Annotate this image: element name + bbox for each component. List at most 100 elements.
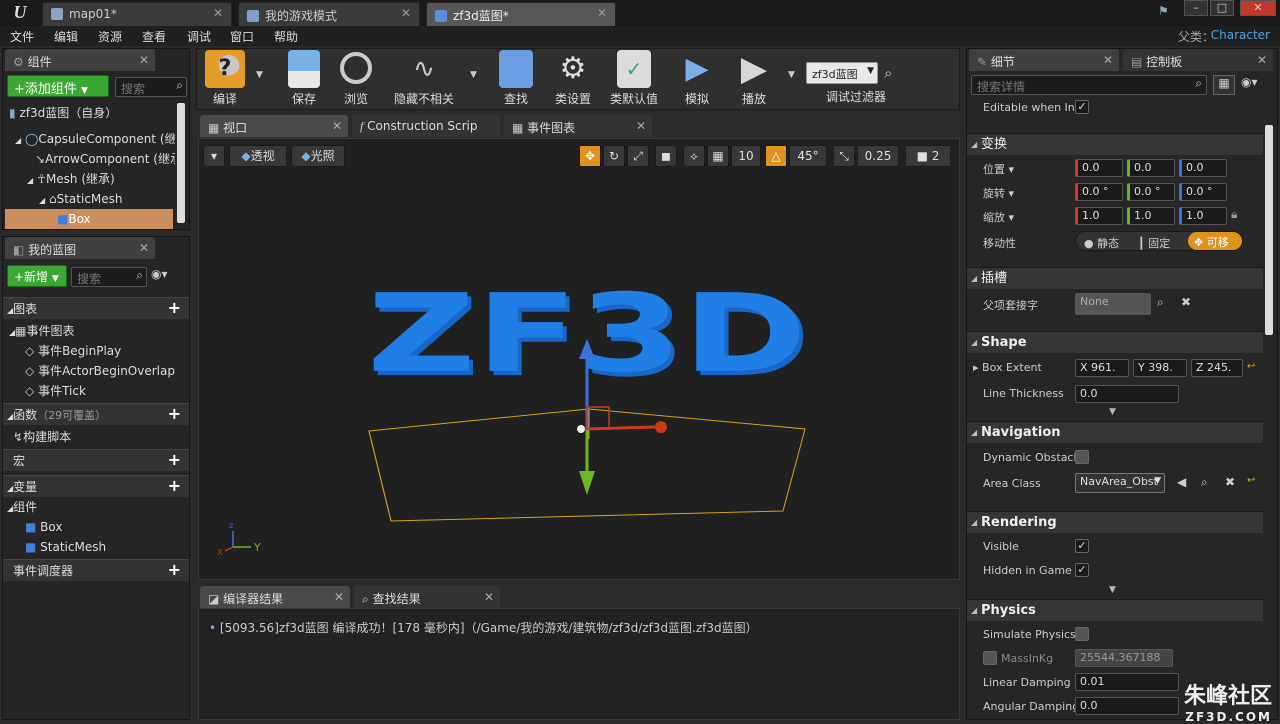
scale-z-input[interactable]: 1.0 xyxy=(1179,207,1227,225)
add-macro-icon[interactable]: + xyxy=(168,452,181,468)
mobility-stationary[interactable]: ┃ 固定 xyxy=(1138,235,1170,251)
my-blueprint-tab[interactable]: ◧ 我的蓝图 ✕ xyxy=(5,237,155,259)
components-tab[interactable]: ⚙ 组件 ✕ xyxy=(5,49,155,71)
macros-section[interactable]: 宏 + xyxy=(3,449,189,471)
expand-advanced-arrow-icon[interactable]: ▼ xyxy=(1109,585,1116,595)
doc-tab-gamemode[interactable]: 我的游戏模式 ✕ xyxy=(238,2,420,26)
linear-damping-input[interactable]: 0.01 xyxy=(1075,673,1179,691)
functions-section[interactable]: ◢函数（29可覆盖） + xyxy=(3,403,189,425)
tree-item-arrow[interactable]: ↘ArrowComponent (继承) xyxy=(35,149,175,169)
compile-options-arrow-icon[interactable]: ▼ xyxy=(256,70,263,80)
dynamic-obstacle-checkbox[interactable] xyxy=(1075,450,1089,464)
menu-file[interactable]: 文件 xyxy=(10,28,34,45)
box-extent-label[interactable]: ▸ Box Extent xyxy=(973,361,1042,374)
menu-window[interactable]: 窗口 xyxy=(230,28,254,45)
mobility-movable[interactable]: ✥ 可移 xyxy=(1188,232,1242,250)
clear-icon[interactable]: ✖ xyxy=(1181,295,1191,309)
parent-socket-field[interactable]: None xyxy=(1075,293,1151,315)
construction-script-item[interactable]: ↯构建脚本 xyxy=(13,427,183,447)
details-search-input[interactable]: 搜索详情 ⌕ xyxy=(971,75,1207,95)
new-button[interactable]: +新增 ▼ xyxy=(7,265,67,287)
close-icon[interactable]: ✕ xyxy=(484,590,494,604)
close-icon[interactable]: ✕ xyxy=(401,6,411,20)
find-button[interactable]: 查找 xyxy=(494,50,538,108)
simulate-button[interactable]: ▶ 模拟 xyxy=(674,50,720,108)
location-z-input[interactable]: 0.0 xyxy=(1179,159,1227,177)
tree-item-capsule[interactable]: ◢ ◯CapsuleComponent (继承) xyxy=(15,129,175,149)
components-variables-group[interactable]: ◢组件 xyxy=(7,497,177,517)
close-icon[interactable]: ✕ xyxy=(139,53,149,67)
viewport-scene[interactable]: ZF3D ZF3D Y z X xyxy=(199,139,959,579)
close-icon[interactable]: ✕ xyxy=(139,241,149,255)
close-icon[interactable]: ✕ xyxy=(332,119,342,133)
save-button[interactable]: 保存 xyxy=(282,50,326,108)
tab-details[interactable]: ✎ 细节 ✕ xyxy=(969,49,1119,71)
box-extent-y-input[interactable]: Y 398. xyxy=(1133,359,1187,377)
details-scrollbar[interactable] xyxy=(1265,125,1273,335)
tab-find-results[interactable]: ⌕ 查找结果 ✕ xyxy=(354,586,500,608)
debug-object-select[interactable]: zf3d蓝图 ▼ xyxy=(806,62,878,84)
add-dispatcher-icon[interactable]: + xyxy=(168,562,181,578)
shape-section[interactable]: Shape xyxy=(967,331,1263,354)
tree-item-staticmesh[interactable]: ◢ ⌂StaticMesh xyxy=(39,189,175,209)
mobility-static[interactable]: ● 静态 xyxy=(1084,235,1119,251)
minimize-button[interactable]: – xyxy=(1184,0,1208,16)
rendering-section[interactable]: Rendering xyxy=(967,511,1263,534)
navigation-section[interactable]: Navigation xyxy=(967,421,1263,444)
browse-arrow-icon[interactable]: ◀ xyxy=(1177,475,1186,489)
doc-tab-zf3d-blueprint[interactable]: zf3d蓝图* ✕ xyxy=(426,2,616,26)
event-graph-item[interactable]: ◢▦事件图表 xyxy=(9,321,179,341)
search-icon[interactable]: ⌕ xyxy=(1201,475,1208,490)
mass-input[interactable]: 25544.367188 xyxy=(1075,649,1173,667)
tab-palette[interactable]: ▤ 控制板 ✕ xyxy=(1123,49,1273,71)
variables-section[interactable]: ◢变量 + xyxy=(3,475,189,497)
lock-icon[interactable]: 🔒︎ xyxy=(1231,207,1237,222)
box-extent-x-input[interactable]: X 961. xyxy=(1075,359,1129,377)
close-icon[interactable]: ✕ xyxy=(597,6,607,20)
line-thickness-input[interactable]: 0.0 xyxy=(1075,385,1179,403)
menu-help[interactable]: 帮助 xyxy=(274,28,298,45)
tab-compiler-results[interactable]: ◪ 编译器结果 ✕ xyxy=(200,586,350,608)
rotation-z-input[interactable]: 0.0 ° xyxy=(1179,183,1227,201)
expand-advanced-arrow-icon[interactable]: ▼ xyxy=(1109,407,1116,417)
scale-x-input[interactable]: 1.0 xyxy=(1075,207,1123,225)
location-y-input[interactable]: 0.0 xyxy=(1127,159,1175,177)
tab-event-graph[interactable]: ▦ 事件图表 ✕ xyxy=(504,115,652,137)
hide-unrelated-button[interactable]: ∿ 隐藏不相关 xyxy=(388,50,460,108)
box-extent-z-input[interactable]: Z 245. xyxy=(1191,359,1243,377)
components-scrollbar[interactable] xyxy=(177,103,185,223)
doc-tab-map01[interactable]: map01* ✕ xyxy=(42,2,232,26)
mass-override-checkbox[interactable] xyxy=(983,651,997,665)
event-actorbeginoverlap[interactable]: ◇ 事件ActorBeginOverlap xyxy=(25,361,185,381)
location-label[interactable]: 位置 ▾ xyxy=(983,161,1014,177)
hide-unrelated-options-arrow-icon[interactable]: ▼ xyxy=(470,70,477,80)
rotation-y-input[interactable]: 0.0 ° xyxy=(1127,183,1175,201)
tree-item-box-selected[interactable]: ■Box xyxy=(5,209,173,229)
components-search-input[interactable]: 搜索 ⌕ xyxy=(115,77,187,97)
view-options-eye-icon[interactable]: ◉▾ xyxy=(151,267,187,287)
menu-view[interactable]: 查看 xyxy=(142,28,166,45)
variable-staticmesh[interactable]: ■ StaticMesh xyxy=(25,537,185,557)
viewport[interactable]: ▾ ◆透视 ◆光照 ✥ ↻ ⤢ ◼ ⟡ ▦ 10 △ 45° ⤡ 0.25 ■ … xyxy=(198,138,960,580)
search-icon[interactable]: ⌕ xyxy=(1157,295,1164,310)
add-graph-icon[interactable]: + xyxy=(168,300,181,316)
play-options-arrow-icon[interactable]: ▼ xyxy=(788,70,795,80)
property-matrix-icon[interactable]: ▦ xyxy=(1213,75,1235,95)
self-item[interactable]: ▮ zf3d蓝图（自身） xyxy=(9,103,184,123)
debug-search-icon[interactable]: ⌕ xyxy=(884,64,892,82)
notification-icon[interactable]: ⚑ xyxy=(1158,4,1176,20)
transform-section[interactable]: 变换 xyxy=(967,133,1263,156)
scale-y-input[interactable]: 1.0 xyxy=(1127,207,1175,225)
rotation-label[interactable]: 旋转 ▾ xyxy=(983,185,1014,201)
tree-item-mesh[interactable]: ◢ ☥Mesh (继承) xyxy=(27,169,175,189)
blueprint-search-input[interactable]: 搜索 ⌕ xyxy=(71,267,147,287)
view-options-eye-icon[interactable]: ◉▾ xyxy=(1241,75,1271,95)
class-defaults-button[interactable]: ✓ 类默认值 xyxy=(606,50,662,108)
reset-arrow-icon[interactable]: ↩ xyxy=(1247,475,1255,486)
close-icon[interactable]: ✕ xyxy=(213,6,223,20)
close-window-button[interactable]: ✕ xyxy=(1240,0,1276,16)
browse-button[interactable]: 浏览 xyxy=(334,50,378,108)
class-settings-button[interactable]: ⚙ 类设置 xyxy=(550,50,596,108)
parent-class-link[interactable]: Character xyxy=(1211,28,1270,42)
close-icon[interactable]: ✕ xyxy=(636,119,646,133)
